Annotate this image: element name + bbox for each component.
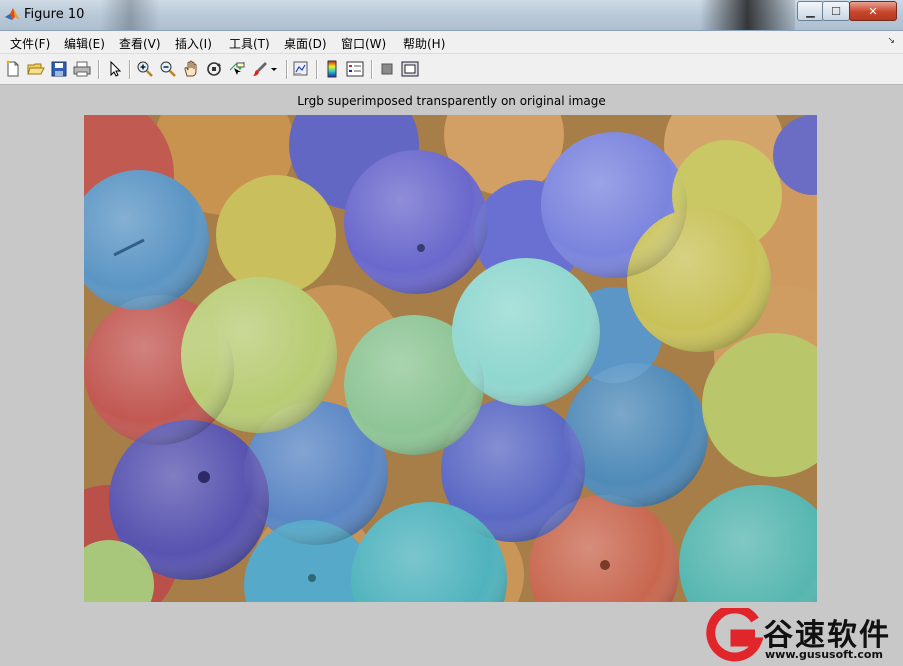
- minimize-button[interactable]: ▁: [797, 1, 824, 21]
- segmented-fruit-image: [84, 115, 817, 602]
- maximize-button[interactable]: ☐: [822, 1, 850, 21]
- zoom-in-icon[interactable]: [136, 60, 154, 78]
- figure-canvas: Lrgb superimposed transparently on origi…: [0, 85, 903, 666]
- menu-window[interactable]: 窗口(W): [341, 35, 386, 52]
- matlab-icon: [5, 8, 19, 20]
- legend-icon[interactable]: [346, 60, 364, 78]
- zoom-out-icon[interactable]: [159, 60, 177, 78]
- menubar-dock-icon[interactable]: ↘: [887, 36, 895, 46]
- menu-file[interactable]: 文件(F): [10, 35, 50, 52]
- hide-plot-tools-icon[interactable]: [378, 60, 396, 78]
- toolbar-separator: [316, 60, 317, 79]
- brush-icon[interactable]: [251, 60, 269, 78]
- brush-dropdown-icon[interactable]: [269, 60, 279, 78]
- menu-bar: 文件(F) 编辑(E) 查看(V) 插入(I) 工具(T) 桌面(D) 窗口(W…: [0, 31, 903, 54]
- plot-title: Lrgb superimposed transparently on origi…: [297, 94, 606, 108]
- edit-plot-arrow-icon[interactable]: [106, 60, 124, 78]
- toolbar-separator: [98, 60, 99, 79]
- new-figure-icon[interactable]: [4, 60, 22, 78]
- toolbar-separator: [129, 60, 130, 79]
- pan-hand-icon[interactable]: [182, 60, 200, 78]
- watermark-g-icon: [706, 608, 763, 662]
- print-icon[interactable]: [73, 60, 91, 78]
- overlay-image[interactable]: [84, 115, 817, 602]
- figure-window: Figure 10 ▁ ☐ ✕ 文件(F) 编辑(E) 查看(V) 插入(I) …: [0, 0, 903, 666]
- titlebar-shadow: [100, 0, 160, 30]
- open-file-icon[interactable]: [27, 60, 45, 78]
- rotate-3d-icon[interactable]: [205, 60, 223, 78]
- menu-help[interactable]: 帮助(H): [403, 35, 445, 52]
- title-bar[interactable]: Figure 10 ▁ ☐ ✕: [0, 0, 903, 31]
- close-icon: ✕: [868, 4, 878, 18]
- toolbar-separator: [286, 60, 287, 79]
- data-cursor-icon[interactable]: [228, 60, 246, 78]
- watermark-url: www.gususoft.com: [765, 648, 883, 661]
- link-plot-icon[interactable]: [292, 60, 310, 78]
- titlebar-shadow: [700, 0, 795, 30]
- close-button[interactable]: ✕: [849, 1, 897, 21]
- window-title: Figure 10: [24, 7, 85, 22]
- menu-view[interactable]: 查看(V): [119, 35, 161, 52]
- show-plot-tools-icon[interactable]: [401, 60, 419, 78]
- colorbar-icon[interactable]: [323, 60, 341, 78]
- maximize-icon: ☐: [831, 4, 841, 18]
- menu-insert[interactable]: 插入(I): [175, 35, 212, 52]
- menu-edit[interactable]: 编辑(E): [64, 35, 105, 52]
- figure-toolbar: [0, 54, 903, 85]
- save-icon[interactable]: [50, 60, 68, 78]
- watermark-logo: 谷速软件 www.gususoft.com: [705, 606, 903, 666]
- menu-tools[interactable]: 工具(T): [229, 35, 270, 52]
- toolbar-separator: [371, 60, 372, 79]
- menu-desktop[interactable]: 桌面(D): [284, 35, 327, 52]
- minimize-icon: ▁: [806, 4, 815, 18]
